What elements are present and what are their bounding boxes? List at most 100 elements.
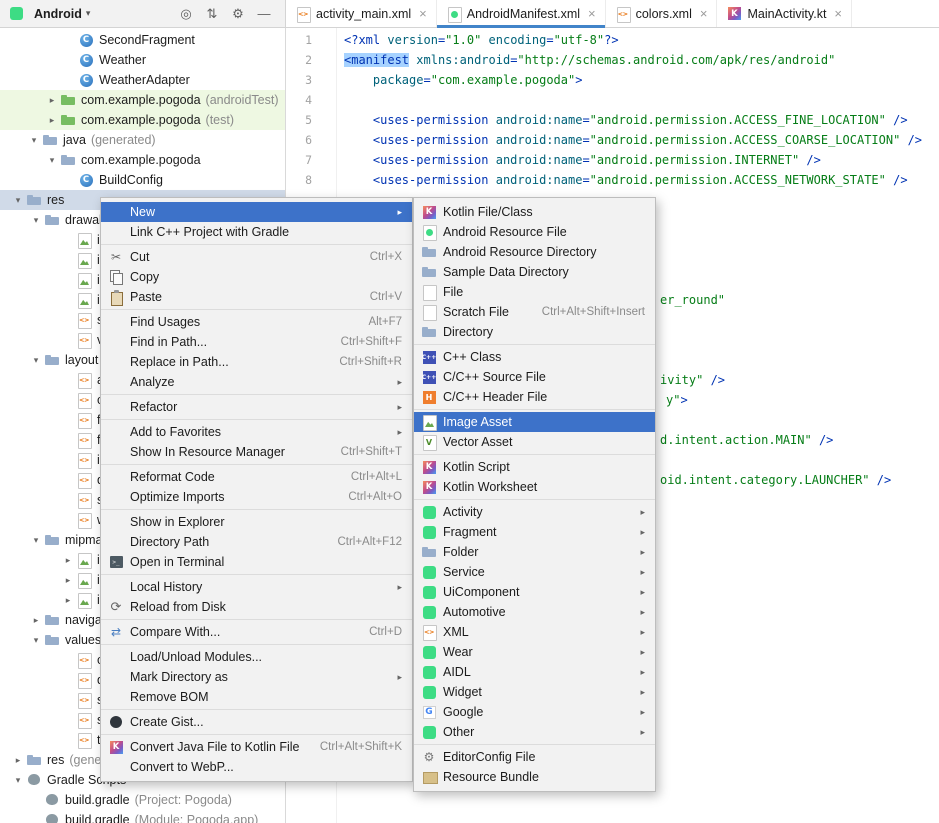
code-line[interactable]: <?xml version="1.0" encoding="utf-8"?>: [344, 30, 619, 50]
menu-item-wear[interactable]: Wear▸: [414, 642, 655, 662]
tab-androidmanifest-xml[interactable]: AndroidManifest.xml×: [437, 0, 606, 27]
chevron-down-icon[interactable]: ▾: [26, 135, 42, 146]
menu-item-file[interactable]: File: [414, 282, 655, 302]
code-line[interactable]: <uses-permission android:name="android.p…: [344, 150, 821, 170]
menu-item-link-c-project-with-gradle[interactable]: Link C++ Project with Gradle: [101, 222, 412, 242]
chevron-right-icon[interactable]: ▸: [60, 575, 76, 586]
menu-item-add-to-favorites[interactable]: Add to Favorites▸: [101, 422, 412, 442]
chevron-right-icon[interactable]: ▸: [10, 755, 26, 766]
menu-item-android-resource-file[interactable]: Android Resource File: [414, 222, 655, 242]
menu-item-replace-in-path[interactable]: Replace in Path...Ctrl+Shift+R: [101, 352, 412, 372]
menu-item-editorconfig-file[interactable]: ⚙EditorConfig File: [414, 747, 655, 767]
menu-item-other[interactable]: Other▸: [414, 722, 655, 742]
menu-item-c-class[interactable]: C++C++ Class: [414, 347, 655, 367]
menu-item-refactor[interactable]: Refactor▸: [101, 397, 412, 417]
menu-item-convert-to-webp[interactable]: Convert to WebP...: [101, 757, 412, 777]
chevron-right-icon[interactable]: ▸: [44, 95, 60, 106]
chevron-down-icon[interactable]: ▾: [10, 775, 26, 786]
menu-item-activity[interactable]: Activity▸: [414, 502, 655, 522]
chevron-right-icon[interactable]: ▸: [60, 555, 76, 566]
menu-item-folder[interactable]: Folder▸: [414, 542, 655, 562]
chevron-down-icon[interactable]: ▾: [28, 635, 44, 646]
chevron-down-icon[interactable]: ▾: [28, 215, 44, 226]
tree-item-com-example-pogoda[interactable]: ▸com.example.pogoda(test): [0, 110, 285, 130]
menu-item-kotlin-worksheet[interactable]: KKotlin Worksheet: [414, 477, 655, 497]
menu-item-vector-asset[interactable]: VVector Asset: [414, 432, 655, 452]
close-icon[interactable]: ×: [700, 6, 708, 21]
menu-item-convert-java-file-to-kotlin-file[interactable]: KConvert Java File to Kotlin FileCtrl+Al…: [101, 737, 412, 757]
menu-item-c-c-header-file[interactable]: HC/C++ Header File: [414, 387, 655, 407]
menu-item-directory[interactable]: Directory: [414, 322, 655, 342]
tree-item-secondfragment[interactable]: CSecondFragment: [0, 30, 285, 50]
menu-item-reformat-code[interactable]: Reformat CodeCtrl+Alt+L: [101, 467, 412, 487]
menu-item-directory-path[interactable]: Directory PathCtrl+Alt+F12: [101, 532, 412, 552]
chevron-down-icon[interactable]: ▾: [28, 355, 44, 366]
code-line[interactable]: <manifest xmlns:android="http://schemas.…: [344, 50, 835, 70]
menu-item-google[interactable]: GGoogle▸: [414, 702, 655, 722]
menu-item-find-in-path[interactable]: Find in Path...Ctrl+Shift+F: [101, 332, 412, 352]
menu-item-paste[interactable]: PasteCtrl+V: [101, 287, 412, 307]
project-view-selector[interactable]: Android: [34, 7, 82, 21]
menu-item-copy[interactable]: Copy: [101, 267, 412, 287]
menu-item-compare-with[interactable]: ⇄Compare With...Ctrl+D: [101, 622, 412, 642]
menu-item-open-in-terminal[interactable]: >_Open in Terminal: [101, 552, 412, 572]
code-line[interactable]: <uses-permission android:name="android.p…: [344, 110, 908, 130]
chevron-right-icon[interactable]: ▸: [44, 115, 60, 126]
menu-item-uicomponent[interactable]: UiComponent▸: [414, 582, 655, 602]
menu-item-resource-bundle[interactable]: Resource Bundle: [414, 767, 655, 787]
settings-gear-icon[interactable]: ⚙: [225, 6, 251, 22]
tree-item-java[interactable]: ▾java(generated): [0, 130, 285, 150]
tree-item-buildconfig[interactable]: CBuildConfig: [0, 170, 285, 190]
menu-item-new[interactable]: New▸: [101, 202, 412, 222]
menu-item-reload-from-disk[interactable]: ⟳Reload from Disk: [101, 597, 412, 617]
tab-colors-xml[interactable]: <>colors.xml×: [606, 0, 718, 27]
menu-item-find-usages[interactable]: Find UsagesAlt+F7: [101, 312, 412, 332]
chevron-down-icon[interactable]: ▾: [28, 535, 44, 546]
code-line[interactable]: package="com.example.pogoda">: [344, 70, 582, 90]
chevron-right-icon[interactable]: ▸: [28, 615, 44, 626]
menu-item-android-resource-directory[interactable]: Android Resource Directory: [414, 242, 655, 262]
menu-item-kotlin-script[interactable]: KKotlin Script: [414, 457, 655, 477]
menu-item-analyze[interactable]: Analyze▸: [101, 372, 412, 392]
menu-item-c-c-source-file[interactable]: C++C/C++ Source File: [414, 367, 655, 387]
menu-item-show-in-resource-manager[interactable]: Show In Resource ManagerCtrl+Shift+T: [101, 442, 412, 462]
menu-item-aidl[interactable]: AIDL▸: [414, 662, 655, 682]
menu-item-local-history[interactable]: Local History▸: [101, 577, 412, 597]
menu-item-mark-directory-as[interactable]: Mark Directory as▸: [101, 667, 412, 687]
menu-item-scratch-file[interactable]: Scratch FileCtrl+Alt+Shift+Insert: [414, 302, 655, 322]
menu-item-optimize-imports[interactable]: Optimize ImportsCtrl+Alt+O: [101, 487, 412, 507]
chevron-down-icon[interactable]: ▾: [10, 195, 26, 206]
chevron-right-icon[interactable]: ▸: [60, 595, 76, 606]
hide-panel-icon[interactable]: —: [251, 6, 277, 21]
chevron-down-icon[interactable]: ▾: [86, 8, 91, 19]
chevron-down-icon[interactable]: ▾: [44, 155, 60, 166]
tree-item-weather[interactable]: CWeather: [0, 50, 285, 70]
menu-item-widget[interactable]: Widget▸: [414, 682, 655, 702]
menu-item-service[interactable]: Service▸: [414, 562, 655, 582]
menu-item-xml[interactable]: <>XML▸: [414, 622, 655, 642]
close-icon[interactable]: ×: [588, 6, 596, 21]
code-line[interactable]: <uses-permission android:name="android.p…: [344, 170, 908, 190]
menu-item-kotlin-file-class[interactable]: KKotlin File/Class: [414, 202, 655, 222]
menu-item-cut[interactable]: ✂CutCtrl+X: [101, 247, 412, 267]
filter-icon[interactable]: ⇅: [199, 6, 225, 22]
tab-mainactivity-kt[interactable]: KMainActivity.kt×: [717, 0, 852, 27]
tree-item-com-example-pogoda[interactable]: ▸com.example.pogoda(androidTest): [0, 90, 285, 110]
tree-item-build-gradle[interactable]: build.gradle(Module: Pogoda.app): [0, 810, 285, 823]
menu-item-sample-data-directory[interactable]: Sample Data Directory: [414, 262, 655, 282]
menu-item-automotive[interactable]: Automotive▸: [414, 602, 655, 622]
tree-item-weatheradapter[interactable]: CWeatherAdapter: [0, 70, 285, 90]
menu-item-image-asset[interactable]: Image Asset: [414, 412, 655, 432]
menu-item-fragment[interactable]: Fragment▸: [414, 522, 655, 542]
menu-item-load-unload-modules[interactable]: Load/Unload Modules...: [101, 647, 412, 667]
close-icon[interactable]: ×: [834, 6, 842, 21]
tree-item-com-example-pogoda[interactable]: ▾com.example.pogoda: [0, 150, 285, 170]
tree-item-build-gradle[interactable]: build.gradle(Project: Pogoda): [0, 790, 285, 810]
menu-item-show-in-explorer[interactable]: Show in Explorer: [101, 512, 412, 532]
menu-item-remove-bom[interactable]: Remove BOM: [101, 687, 412, 707]
locate-file-icon[interactable]: ◎: [173, 6, 199, 22]
tab-activity-main-xml[interactable]: <>activity_main.xml×: [286, 0, 437, 27]
code-line[interactable]: <uses-permission android:name="android.p…: [344, 130, 922, 150]
menu-item-create-gist[interactable]: Create Gist...: [101, 712, 412, 732]
close-icon[interactable]: ×: [419, 6, 427, 21]
